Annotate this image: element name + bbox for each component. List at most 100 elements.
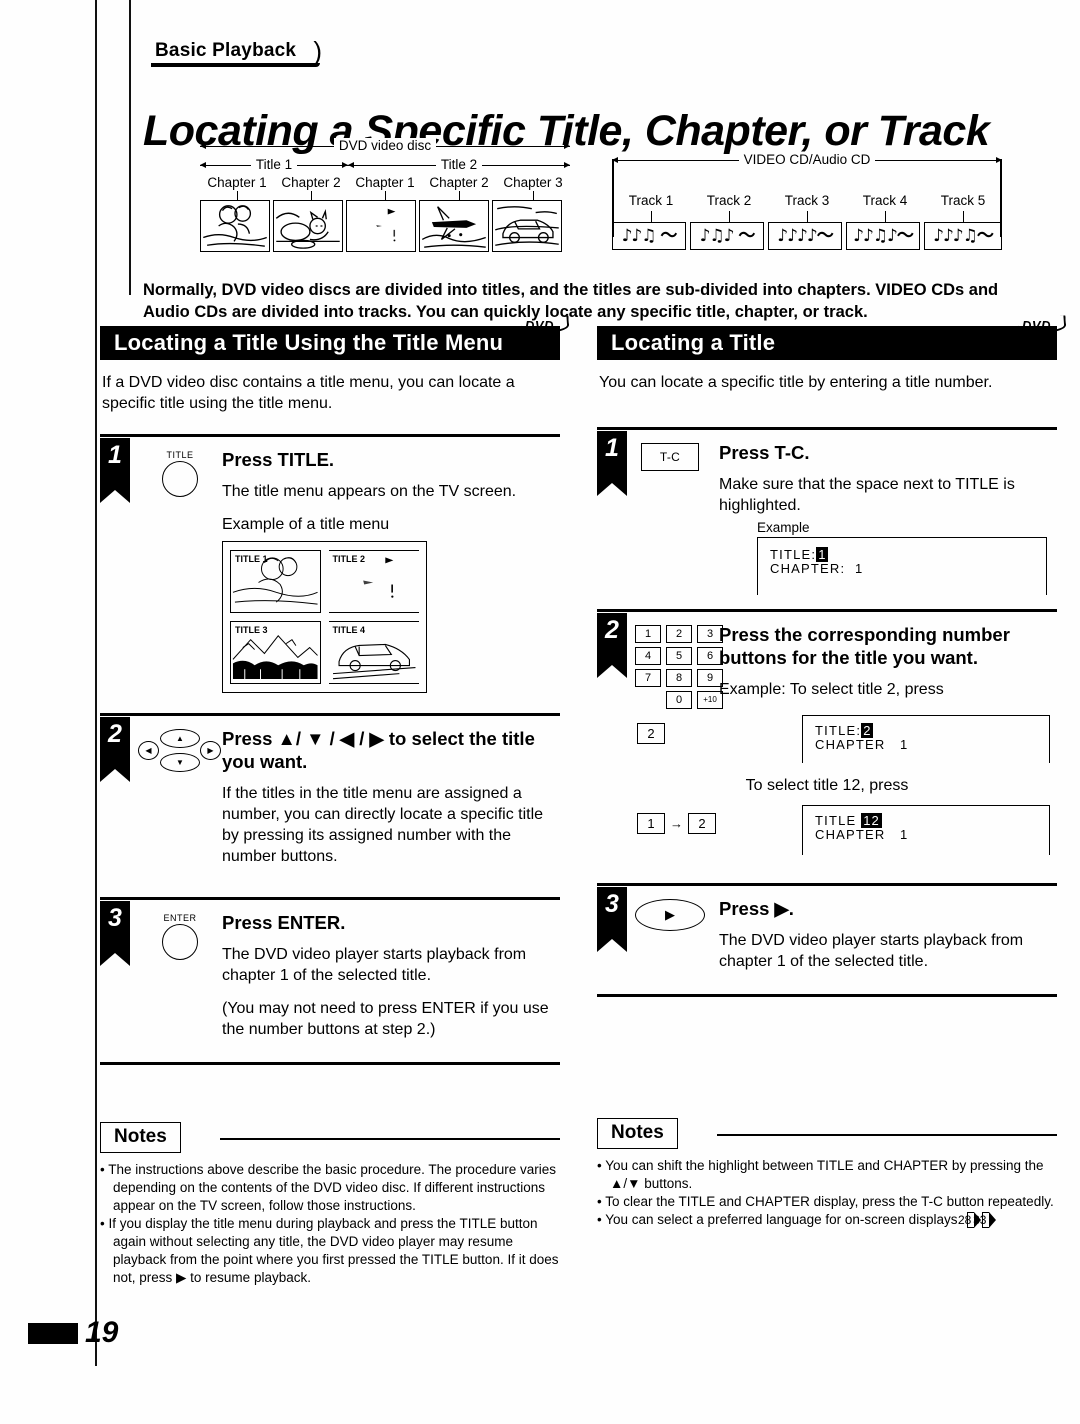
dvd-chapter-label: Chapter 1 xyxy=(355,175,415,190)
cd-track-3: Track 3 ♪♪♪♪〜 xyxy=(768,193,846,250)
step-2-heading: Press ▲/ ▼ / ◀ / ▶ to select the title y… xyxy=(222,728,535,772)
example-label: Example xyxy=(757,520,810,535)
cd-track-2: Track 2 ♪♫♪ 〜 xyxy=(690,193,768,250)
osd-chapter-label: CHAPTER xyxy=(815,737,886,752)
osd-chapter-value: 1 xyxy=(899,827,909,842)
cd-disc-diagram: VIDEO CD/Audio CD Track 1 ♪♪♫ 〜 Track 2 … xyxy=(612,152,1002,255)
step-1-tc: 1 T-C Press T-C. Make sure that the spac… xyxy=(597,427,1057,595)
breadcrumb-label: Basic Playback xyxy=(155,40,297,61)
step-3-note: (You may not need to press ENTER if you … xyxy=(222,1000,549,1038)
key-4[interactable]: 4 xyxy=(635,647,661,665)
example-select-title-12: 1 → 2 TITLE 12 CHAPTER 1 xyxy=(597,805,1057,855)
osd-title-label: TITLE: xyxy=(770,547,817,562)
key-0[interactable]: 0 xyxy=(666,691,692,709)
thumbnail-car xyxy=(492,200,562,252)
section-header-title-menu: Locating a Title Using the Title Menu DV… xyxy=(100,315,570,360)
note-item: • You can shift the highlight between TI… xyxy=(597,1158,1044,1191)
dvd-chapter-label: Chapter 3 xyxy=(503,175,563,190)
title-menu-cell-3: TITLE 3 xyxy=(230,621,321,684)
cd-track-5: Track 5 ♪♪♪♫〜 xyxy=(924,193,1002,250)
step-2-heading: Press the corresponding number buttons f… xyxy=(719,624,1010,668)
title-button-icon[interactable]: TITLE xyxy=(138,444,222,709)
step-number-marker: 3 xyxy=(100,901,130,966)
left-arrow-icon[interactable]: ◀ xyxy=(138,741,159,760)
step-1-desc: The title menu appears on the TV screen. xyxy=(222,483,517,500)
dvd-title-2: Title 2 xyxy=(348,157,570,174)
example-key[interactable]: 1 xyxy=(637,813,665,834)
tc-button-icon[interactable]: T-C xyxy=(635,437,719,595)
right-notes-section: Notes • You can shift the highlight betw… xyxy=(597,1118,1057,1229)
thumbnail-people xyxy=(200,200,270,252)
enter-button-icon[interactable]: ENTER xyxy=(138,907,222,1058)
title-menu-cell-2: TITLE 2 xyxy=(328,550,419,613)
dvd-span-label: DVD video disc xyxy=(200,138,570,155)
dvd-title-1: Title 1 xyxy=(200,157,348,174)
key-7[interactable]: 7 xyxy=(635,669,661,687)
step-3-enter: 3 ENTER Press ENTER. The DVD video playe… xyxy=(100,897,560,1058)
note-item: • If you display the title menu during p… xyxy=(100,1216,559,1285)
right-column-bottom-rule xyxy=(597,994,1057,997)
step-3-heading: Press ENTER. xyxy=(222,912,346,933)
down-arrow-icon[interactable]: ▼ xyxy=(160,753,200,772)
key-spacer xyxy=(635,691,661,707)
right-arrow-icon[interactable]: ▶ xyxy=(200,741,221,760)
left-lead-text: If a DVD video disc contains a title men… xyxy=(102,374,515,412)
note-item: • The instructions above describe the ba… xyxy=(100,1162,556,1213)
thumbnail-airplane xyxy=(419,200,489,252)
page-reference[interactable]: 33 xyxy=(973,1212,998,1228)
title-menu-cell-1: TITLE 1 xyxy=(230,550,321,613)
step-number-marker: 2 xyxy=(100,717,130,782)
section-header-locating-title: Locating a Title DVD xyxy=(597,315,1067,360)
step-number-marker: 3 xyxy=(597,887,627,952)
note-item: • To clear the TITLE and CHAPTER display… xyxy=(597,1194,1054,1209)
up-arrow-icon[interactable]: ▲ xyxy=(160,729,200,748)
dvd-titles-row: Title 1 Title 2 xyxy=(200,157,570,174)
step-3-play: 3 ▶ Press ▶. The DVD video player starts… xyxy=(597,883,1057,990)
key-1[interactable]: 1 xyxy=(635,625,661,643)
step-2-direction: 2 ▲ ▼ ◀ ▶ Press ▲/ ▼ / ◀ / ▶ to select t… xyxy=(100,713,560,893)
cd-track-4: Track 4 ♪♪♫♪〜 xyxy=(846,193,924,250)
example-key[interactable]: 2 xyxy=(688,813,716,834)
dvd-chapter-label: Chapter 1 xyxy=(207,175,267,190)
track-glyph: ♪♪♪♫〜 xyxy=(924,222,1002,250)
key-2[interactable]: 2 xyxy=(666,625,692,643)
left-column: Locating a Title Using the Title Menu DV… xyxy=(100,315,570,1065)
cd-track-1: Track 1 ♪♪♫ 〜 xyxy=(612,193,690,250)
notes-heading: Notes xyxy=(597,1118,678,1149)
dvd-disc-badge-icon: DVD xyxy=(1017,309,1067,343)
osd-title-label: TITLE xyxy=(815,813,857,828)
key-8[interactable]: 8 xyxy=(666,669,692,687)
direction-pad-icon[interactable]: ▲ ▼ ◀ ▶ xyxy=(138,723,222,893)
manual-page: Basic Playback ) Locating a Specific Tit… xyxy=(0,0,1080,1424)
title-menu-example-screen: TITLE 1 TITLE 2 TITLE 3 TITLE 4 xyxy=(222,541,427,693)
osd-chapter-value: 1 xyxy=(854,561,864,576)
key-5[interactable]: 5 xyxy=(666,647,692,665)
osd-title-label: TITLE: xyxy=(815,723,862,738)
tc-button-label: T-C xyxy=(641,443,699,471)
example-key[interactable]: 2 xyxy=(637,723,665,744)
note-item: • You can select a preferred language fo… xyxy=(597,1211,1057,1229)
step-number-marker: 1 xyxy=(597,431,627,496)
breadcrumb: Basic Playback ) xyxy=(143,36,322,67)
step-1-example-label: Example of a title menu xyxy=(222,516,390,533)
track-glyph: ♪♫♪ 〜 xyxy=(690,222,764,250)
step-1-desc: Make sure that the space next to TITLE i… xyxy=(719,476,1015,514)
left-column-bottom-rule xyxy=(100,1062,560,1065)
play-button-icon[interactable]: ▶ xyxy=(635,893,719,990)
track-glyph: ♪♪♪♪〜 xyxy=(768,222,842,250)
step-1-title: 1 TITLE Press TITLE. The title menu appe… xyxy=(100,434,560,709)
number-keypad-icon[interactable]: 1 2 3 4 5 6 7 8 9 0 +10 xyxy=(635,619,723,709)
osd-chapter-label: CHAPTER xyxy=(815,827,886,842)
dvd-chapter-label: Chapter 2 xyxy=(429,175,489,190)
binding-rule-inner xyxy=(129,0,131,295)
step-2-number-buttons: 2 1 2 3 4 5 6 7 8 9 0 +10 Press the corr… xyxy=(597,609,1057,865)
thumbnail-cat xyxy=(273,200,343,252)
step-3-heading: Press ▶. xyxy=(719,898,794,919)
dvd-disc-diagram: DVD video disc Title 1 Title 2 Chapter 1… xyxy=(200,138,570,252)
arrow-right-icon: → xyxy=(670,816,683,831)
page-footer: 19 xyxy=(28,1318,118,1348)
track-glyph: ♪♪♫♪〜 xyxy=(846,222,920,250)
left-notes-section: Notes • The instructions above describe … xyxy=(100,1122,560,1287)
intro-paragraph: Normally, DVD video discs are divided in… xyxy=(143,280,999,321)
section-title: Locating a Title xyxy=(611,330,776,355)
